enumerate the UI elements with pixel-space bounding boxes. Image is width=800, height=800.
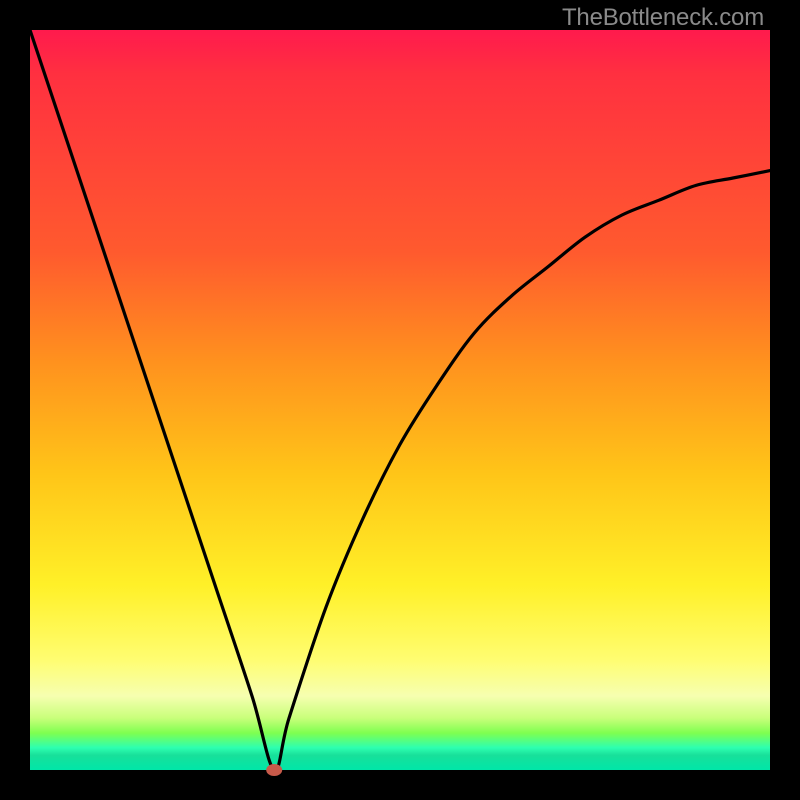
optimum-marker (266, 764, 282, 776)
bottleneck-curve (30, 30, 770, 770)
chart-svg (30, 30, 770, 770)
plot-area (30, 30, 770, 770)
watermark-text: TheBottleneck.com (562, 4, 764, 32)
